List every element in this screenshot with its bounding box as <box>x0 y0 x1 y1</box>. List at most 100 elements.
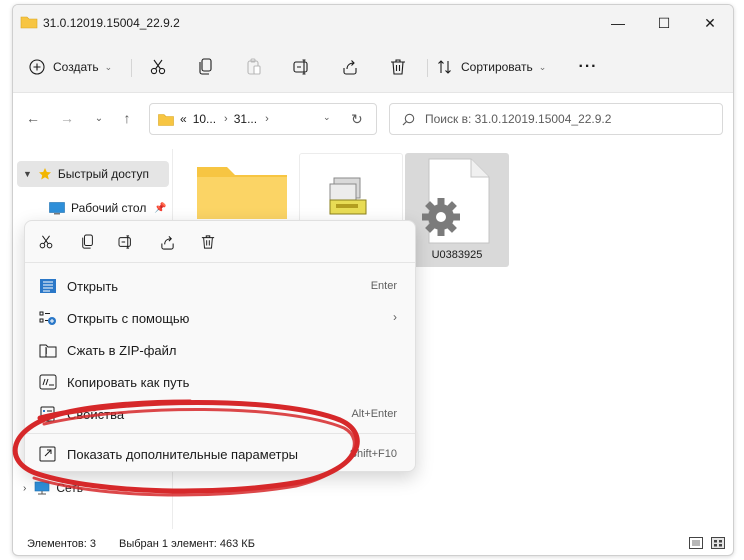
divider <box>427 59 428 77</box>
star-icon <box>38 168 51 180</box>
menu-item-label: Свойства <box>67 407 125 422</box>
delete-button[interactable] <box>383 53 413 81</box>
details-view-icon[interactable] <box>689 537 703 549</box>
sidebar-item-desktop[interactable]: Рабочий стол 📌 <box>49 197 169 219</box>
copy-button[interactable] <box>75 231 101 253</box>
plus-circle-icon <box>29 59 45 75</box>
maximize-icon: ☐ <box>657 14 671 31</box>
rename-icon <box>118 235 131 249</box>
selection-info: Выбран 1 элемент: 463 КБ <box>119 538 255 550</box>
menu-item-label: Показать дополнительные параметры <box>67 447 299 462</box>
recent-locations-button[interactable]: ⌄ <box>87 107 111 129</box>
arrow-up-icon: ↑ <box>123 110 131 126</box>
folder-icon <box>20 16 38 29</box>
copy-icon <box>82 234 93 249</box>
sidebar-item-label: Быстрый доступ <box>57 167 150 181</box>
share-button[interactable] <box>335 53 365 81</box>
context-menu: Открыть Enter Открыть с помощью › Сжать … <box>24 220 416 472</box>
command-bar: Создать ⌄ Сортировать ⌄ ··· <box>13 41 733 93</box>
title-bar: 31.0.12019.15004_22.9.2 — ☐ ✕ <box>13 5 733 41</box>
chevron-right-icon: › <box>224 113 228 125</box>
chevron-right-icon: › <box>23 482 27 494</box>
trash-icon <box>201 235 215 249</box>
cut-button[interactable] <box>143 53 173 81</box>
search-icon <box>402 113 415 125</box>
address-bar[interactable]: « 10... › 31... › ⌄ ↻ <box>149 103 377 135</box>
sidebar-item-label: Сеть <box>56 481 84 495</box>
chevron-down-icon[interactable]: ⌄ <box>323 112 331 123</box>
open-with-icon <box>39 311 56 325</box>
network-icon <box>35 481 50 495</box>
sort-icon <box>438 60 451 74</box>
rename-button[interactable] <box>113 231 139 253</box>
delete-button[interactable] <box>195 231 221 253</box>
menu-item-open[interactable]: Открыть Enter <box>31 271 411 301</box>
menu-item-open-with[interactable]: Открыть с помощью › <box>31 303 411 333</box>
menu-item-copy-path[interactable]: Копировать как путь <box>31 367 411 397</box>
share-icon <box>160 235 174 250</box>
menu-item-show-more-options[interactable]: Показать дополнительные параметры Shift+… <box>31 439 411 469</box>
breadcrumb-item[interactable]: 10... <box>193 112 216 126</box>
gear-file-icon <box>422 158 490 244</box>
installer-icon <box>329 177 367 215</box>
chevron-down-icon: ⌄ <box>94 112 104 124</box>
close-icon: ✕ <box>704 14 716 31</box>
pin-icon[interactable]: 📌 <box>154 203 166 214</box>
create-button[interactable]: Создать ⌄ <box>29 53 119 81</box>
properties-icon <box>40 406 55 422</box>
sidebar-item-quick-access[interactable]: ▼ Быстрый доступ <box>17 161 169 187</box>
folder-icon <box>197 167 287 219</box>
copy-path-icon <box>39 374 57 390</box>
search-placeholder: Поиск в: 31.0.12019.15004_22.9.2 <box>425 112 612 126</box>
paste-button[interactable] <box>239 53 269 81</box>
context-quick-actions <box>25 221 415 263</box>
chevron-right-icon: › <box>393 310 397 324</box>
sidebar-item-network[interactable]: › Сеть <box>23 477 143 499</box>
window-title: 31.0.12019.15004_22.9.2 <box>43 16 180 30</box>
menu-item-label: Открыть с помощью <box>67 311 190 326</box>
menu-item-properties[interactable]: Свойства Alt+Enter <box>31 399 411 429</box>
share-icon <box>343 60 357 75</box>
menu-item-label: Открыть <box>67 279 119 294</box>
refresh-icon[interactable]: ↻ <box>351 111 363 128</box>
rename-button[interactable] <box>287 53 317 81</box>
desktop-icon <box>49 201 65 214</box>
share-button[interactable] <box>154 231 180 253</box>
chevron-right-icon: › <box>265 113 269 125</box>
menu-item-shortcut: Alt+Enter <box>351 408 397 420</box>
cut-button[interactable] <box>33 231 59 253</box>
zip-folder-icon <box>39 344 57 358</box>
navigation-bar: ← → ⌄ ↑ « 10... › 31... › ⌄ ↻ Поиск в: 3… <box>13 93 733 139</box>
search-input[interactable]: Поиск в: 31.0.12019.15004_22.9.2 <box>389 103 723 135</box>
scissors-icon <box>150 59 166 75</box>
copy-icon <box>199 58 212 75</box>
menu-item-label: Копировать как путь <box>67 375 190 390</box>
open-icon <box>40 279 56 293</box>
folder-icon <box>158 113 174 126</box>
breadcrumb-item[interactable]: 31... <box>234 112 257 126</box>
create-label: Создать <box>53 60 99 74</box>
chevron-down-icon: ⌄ <box>538 61 547 72</box>
sidebar-item-label: Рабочий стол <box>71 201 147 215</box>
tiles-view-icon[interactable] <box>711 537 725 549</box>
back-button[interactable]: ← <box>21 107 45 129</box>
maximize-button[interactable]: ☐ <box>641 5 687 41</box>
close-button[interactable]: ✕ <box>687 5 733 41</box>
menu-item-zip[interactable]: Сжать в ZIP-файл <box>31 335 411 365</box>
divider <box>131 59 132 77</box>
more-icon: ··· <box>578 58 598 75</box>
sort-button[interactable]: Сортировать ⌄ <box>437 53 555 81</box>
sort-label: Сортировать <box>461 60 533 74</box>
minimize-button[interactable]: — <box>595 5 641 41</box>
file-item-selected[interactable]: U0383925 <box>405 153 509 267</box>
menu-item-shortcut: Shift+F10 <box>349 448 397 460</box>
chevron-down-icon: ⌄ <box>104 61 113 72</box>
breadcrumb-overflow[interactable]: « <box>180 112 187 126</box>
menu-item-label: Сжать в ZIP-файл <box>67 343 177 358</box>
trash-icon <box>391 59 405 75</box>
forward-button[interactable]: → <box>55 107 79 129</box>
copy-button[interactable] <box>191 53 221 81</box>
up-button[interactable]: ↑ <box>115 107 139 129</box>
more-options-button[interactable]: ··· <box>573 53 603 81</box>
arrow-right-icon: → <box>60 110 74 126</box>
